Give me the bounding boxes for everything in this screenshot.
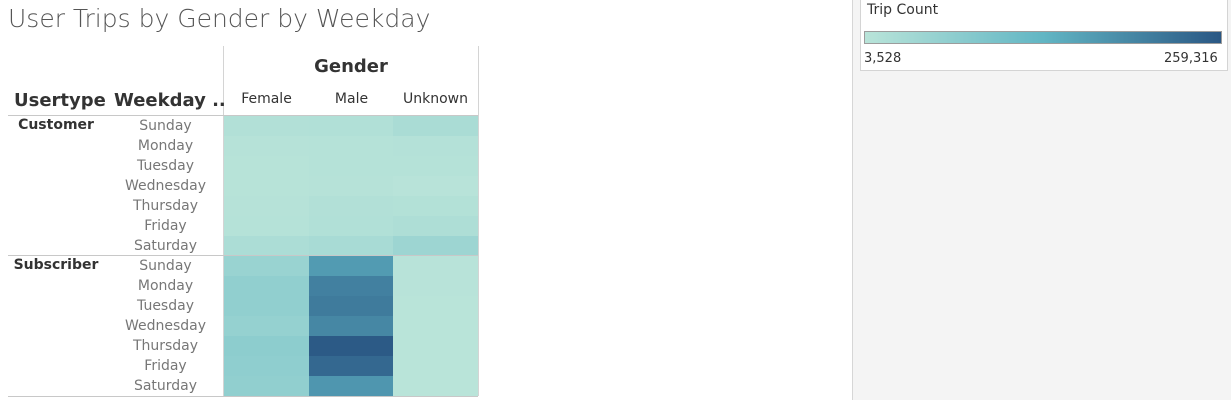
usertype-header[interactable]: Usertype	[14, 90, 106, 111]
weekday-label[interactable]: Saturday	[108, 236, 223, 256]
usertype-label[interactable]: Customer	[0, 117, 112, 133]
legend-color-ramp	[864, 31, 1222, 44]
heatmap-cell[interactable]	[393, 236, 478, 256]
weekday-label[interactable]: Monday	[108, 276, 223, 296]
heatmap-cell[interactable]	[309, 216, 394, 236]
heatmap-cell[interactable]	[224, 136, 309, 156]
heatmap-cell[interactable]	[309, 276, 394, 296]
usertype-label[interactable]: Subscriber	[0, 257, 112, 273]
weekday-label[interactable]: Wednesday	[108, 176, 223, 196]
column-header-female[interactable]: Female	[224, 91, 309, 107]
heatmap-cell[interactable]	[224, 216, 309, 236]
heatmap-cell[interactable]	[309, 256, 394, 276]
heatmap-cell[interactable]	[393, 296, 478, 316]
heatmap-cell[interactable]	[309, 336, 394, 356]
heatmap-cell[interactable]	[224, 316, 309, 336]
gender-header[interactable]: Gender	[224, 56, 478, 77]
heatmap-cell[interactable]	[309, 236, 394, 256]
heatmap-cell[interactable]	[309, 116, 394, 136]
legend-title: Trip Count	[867, 2, 939, 18]
weekday-label[interactable]: Sunday	[108, 256, 223, 276]
heatmap-cell[interactable]	[309, 316, 394, 336]
weekday-label[interactable]: Friday	[108, 216, 223, 236]
heatmap-cell[interactable]	[224, 376, 309, 396]
heatmap-cell[interactable]	[224, 196, 309, 216]
heatmap-cell[interactable]	[224, 176, 309, 196]
heatmap-cell[interactable]	[393, 176, 478, 196]
heatmap-cell[interactable]	[393, 316, 478, 336]
weekday-label[interactable]: Thursday	[108, 336, 223, 356]
weekday-label[interactable]: Wednesday	[108, 316, 223, 336]
weekday-label[interactable]: Sunday	[108, 116, 223, 136]
heatmap-cell[interactable]	[224, 296, 309, 316]
heatmap-cell[interactable]	[224, 336, 309, 356]
heatmap-cell[interactable]	[309, 176, 394, 196]
legend-min-label: 3,528	[864, 51, 902, 66]
heatmap-cell[interactable]	[224, 276, 309, 296]
heatmap-cell[interactable]	[393, 216, 478, 236]
heatmap-cell[interactable]	[309, 356, 394, 376]
weekday-label[interactable]: Saturday	[108, 376, 223, 396]
column-header-unknown[interactable]: Unknown	[393, 91, 478, 107]
heatmap-cell[interactable]	[224, 356, 309, 376]
legend-max-label: 259,316	[1164, 51, 1218, 66]
heatmap-cell[interactable]	[393, 336, 478, 356]
heatmap-cell[interactable]	[224, 256, 309, 276]
table-bottom-border	[8, 396, 478, 397]
heatmap-cell[interactable]	[393, 136, 478, 156]
heatmap-cell[interactable]	[393, 256, 478, 276]
weekday-label[interactable]: Monday	[108, 136, 223, 156]
chart-title: User Trips by Gender by Weekday	[8, 4, 431, 33]
weekday-header[interactable]: Weekday ..	[114, 90, 226, 111]
weekday-label[interactable]: Tuesday	[108, 296, 223, 316]
heatmap-cell[interactable]	[309, 156, 394, 176]
heatmap-cell[interactable]	[309, 136, 394, 156]
column-header-male[interactable]: Male	[309, 91, 394, 107]
pane-divider-right	[478, 46, 479, 396]
heatmap-cell[interactable]	[224, 156, 309, 176]
weekday-label[interactable]: Friday	[108, 356, 223, 376]
heatmap-cell[interactable]	[393, 356, 478, 376]
heatmap-cell[interactable]	[309, 296, 394, 316]
heatmap-cell[interactable]	[393, 116, 478, 136]
weekday-label[interactable]: Tuesday	[108, 156, 223, 176]
heatmap-cell[interactable]	[224, 116, 309, 136]
heatmap-cell[interactable]	[393, 156, 478, 176]
heatmap-cell[interactable]	[309, 196, 394, 216]
heatmap-cell[interactable]	[309, 376, 394, 396]
heatmap-cell[interactable]	[393, 376, 478, 396]
heatmap-cell[interactable]	[393, 196, 478, 216]
heatmap-cell[interactable]	[393, 276, 478, 296]
heatmap-cell[interactable]	[224, 236, 309, 256]
weekday-label[interactable]: Thursday	[108, 196, 223, 216]
